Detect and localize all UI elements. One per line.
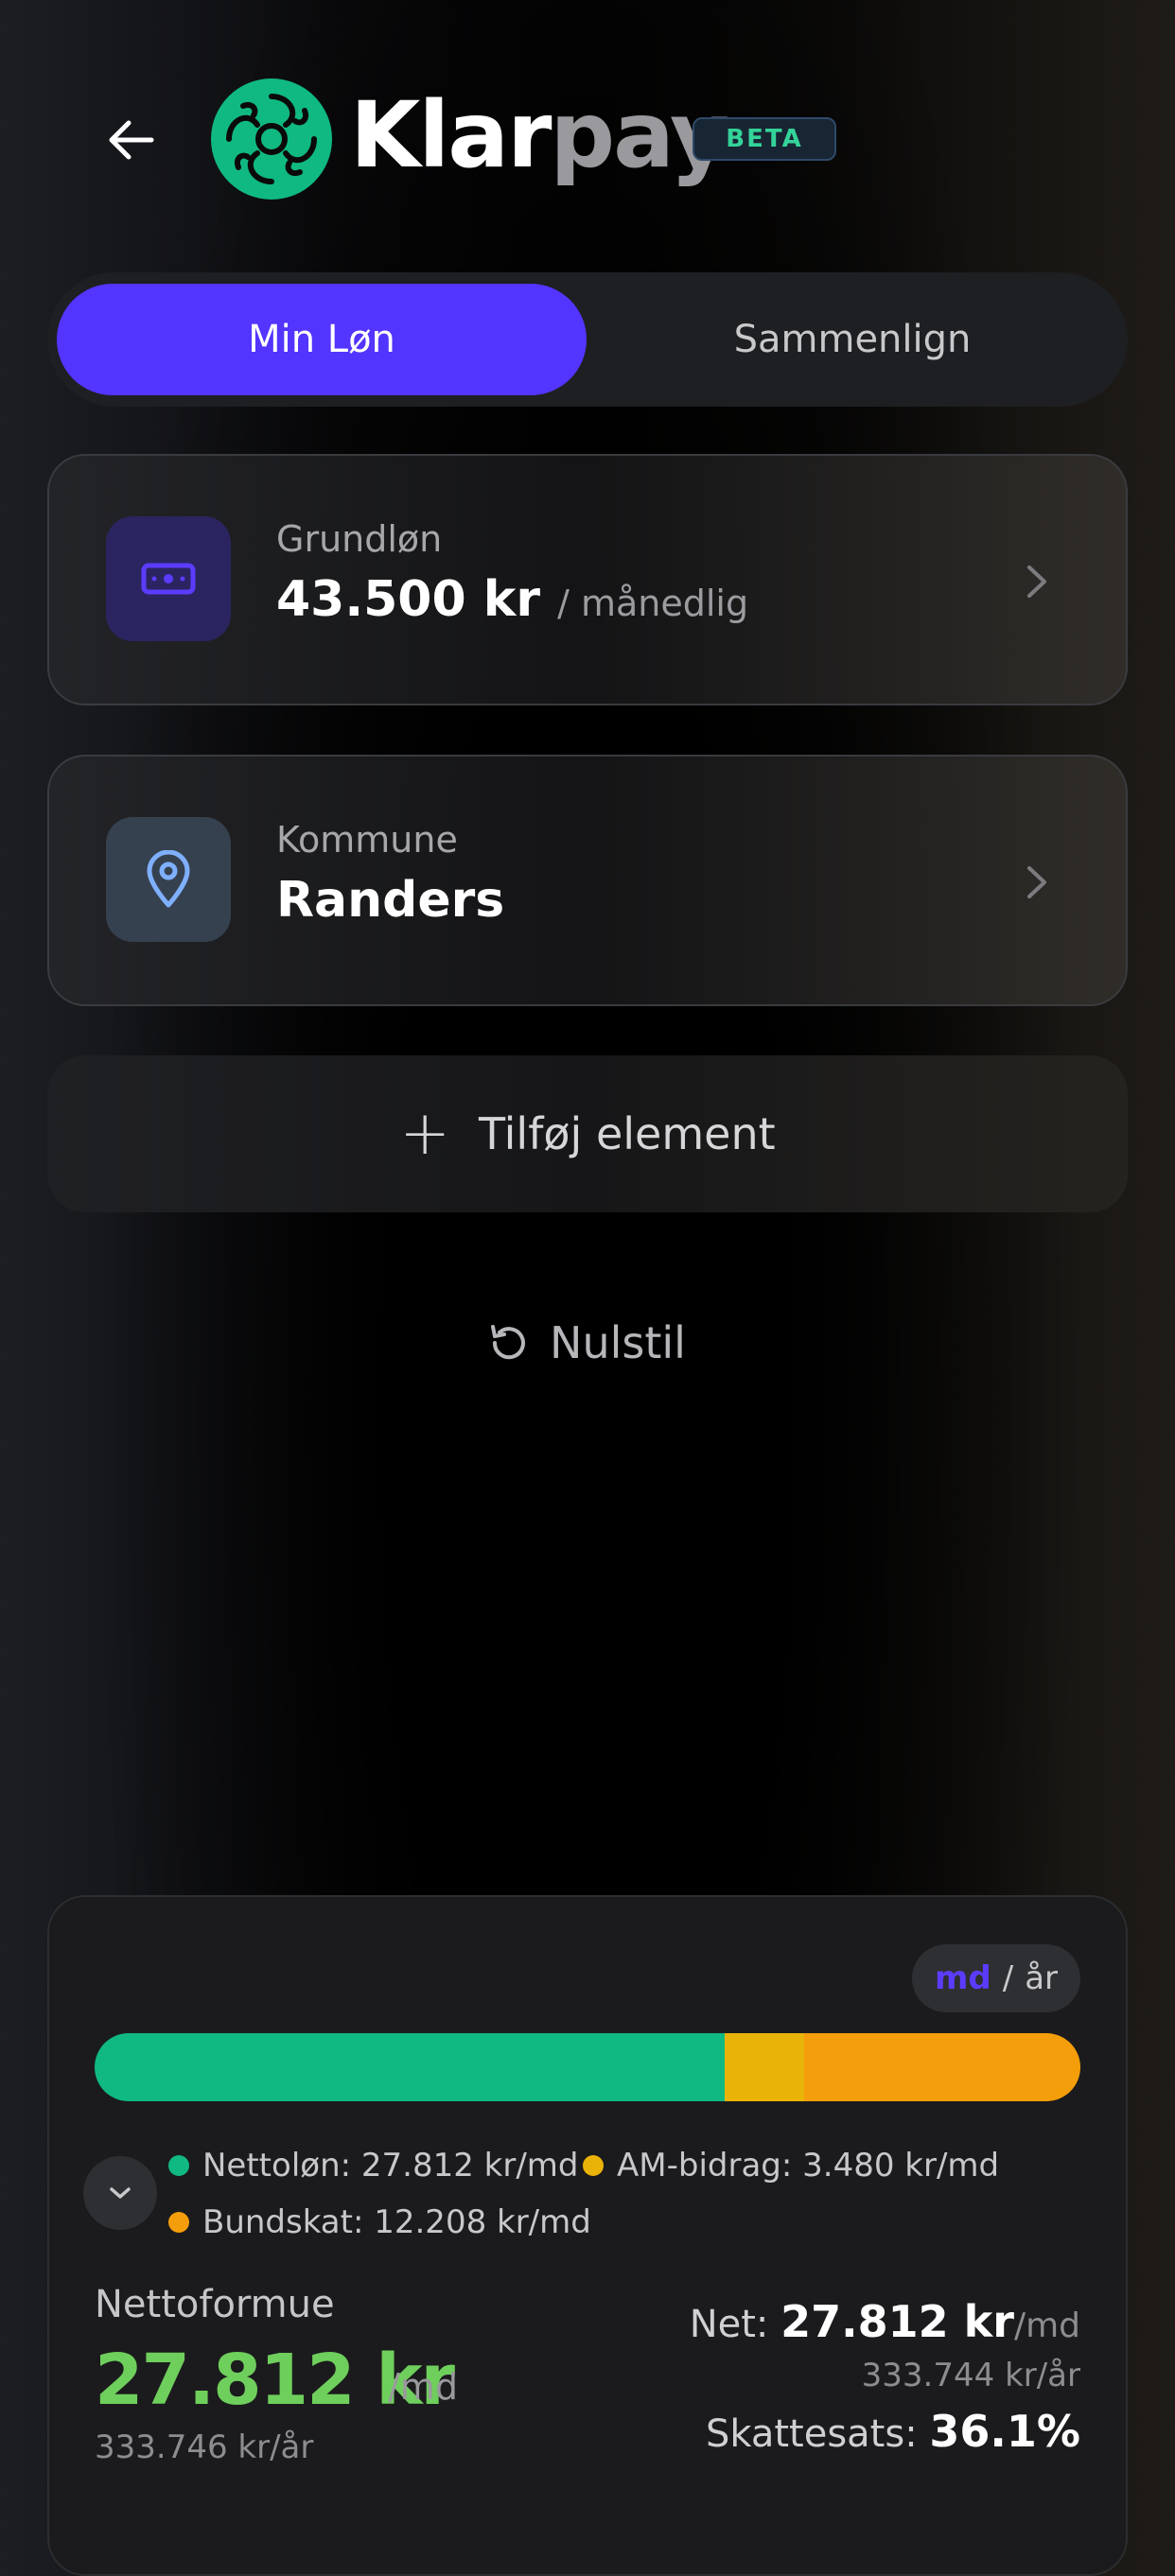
municipality-value: Randers <box>276 872 505 929</box>
net-label: Net: <box>689 2303 769 2346</box>
municipality-icon-tile <box>106 817 231 942</box>
municipality-label: Kommune <box>276 819 458 861</box>
legend-am-bidrag-text: AM-bidrag: 3.480 kr/md <box>617 2147 1000 2184</box>
legend-am-bidrag: AM-bidrag: 3.480 kr/md <box>583 2147 999 2184</box>
tax-label: Skattesats: <box>705 2412 918 2456</box>
salary-icon-tile <box>106 516 231 641</box>
salary-value: 43.500 kr <box>276 571 540 628</box>
bar-segment-nettolon <box>95 2033 726 2101</box>
plus-icon: + <box>399 1099 450 1169</box>
salary-value-row: 43.500 kr / månedlig <box>276 571 748 628</box>
salary-card[interactable]: Grundløn 43.500 kr / månedlig <box>47 454 1128 705</box>
reset-label: Nulstil <box>550 1317 686 1368</box>
tab-min-lon[interactable]: Min Løn <box>57 284 587 395</box>
chevron-right-icon <box>1027 866 1046 898</box>
net-worth-year: 333.746 kr/år <box>95 2428 314 2466</box>
legend-dot-green <box>168 2155 189 2176</box>
bar-segment-bundskat <box>803 2033 1080 2101</box>
period-toggle[interactable]: md / år <box>912 1944 1080 2012</box>
period-month[interactable]: md <box>935 1959 991 1997</box>
municipality-card[interactable]: Kommune Randers <box>47 755 1128 1006</box>
legend-dot-orange <box>168 2212 189 2233</box>
salary-label: Grundløn <box>276 518 443 560</box>
chevron-down-icon <box>110 2187 131 2199</box>
bar-segment-am-bidrag <box>725 2033 804 2101</box>
net-worth-label: Nettoformue <box>95 2283 335 2326</box>
legend-bundskat-text: Bundskat: 12.208 kr/md <box>202 2203 591 2241</box>
logo-icon <box>211 78 332 200</box>
legend-nettolon: Nettoløn: 27.812 kr/md <box>168 2147 578 2184</box>
add-element-label: Tilføj element <box>478 1108 776 1159</box>
arrow-left-icon <box>109 120 154 160</box>
beta-badge: BETA <box>693 117 836 161</box>
period-separator: / <box>1002 1959 1014 1997</box>
tab-sammenlign[interactable]: Sammenlign <box>587 284 1118 395</box>
net-summary: Net: 27.812 kr/md <box>690 2296 1080 2347</box>
legend-dot-yellow <box>583 2155 604 2176</box>
salary-unit: / månedlig <box>557 583 749 624</box>
legend-bundskat: Bundskat: 12.208 kr/md <box>168 2203 591 2241</box>
tax-rate: Skattesats: 36.1% <box>706 2406 1080 2457</box>
brand-part1: Klar <box>350 82 552 188</box>
reset-button[interactable]: Nulstil <box>473 1305 700 1381</box>
add-element-button[interactable]: + Tilføj element <box>47 1055 1128 1212</box>
refresh-icon <box>491 1325 526 1360</box>
collapse-button[interactable] <box>83 2156 157 2230</box>
net-year: 333.744 kr/år <box>861 2357 1080 2394</box>
period-year[interactable]: år <box>1025 1959 1058 1997</box>
legend-nettolon-text: Nettoløn: 27.812 kr/md <box>202 2147 579 2184</box>
net-unit: /md <box>1013 2306 1080 2345</box>
salary-breakdown-bar <box>95 2033 1080 2101</box>
back-button[interactable] <box>95 104 167 176</box>
tax-value: 36.1% <box>929 2406 1080 2457</box>
brand-name: Klarpay <box>350 82 729 188</box>
banknote-icon <box>141 563 196 595</box>
net-worth-unit: /md <box>388 2366 458 2408</box>
net-value: 27.812 kr <box>780 2296 1014 2347</box>
chevron-right-icon <box>1027 566 1046 598</box>
map-pin-icon <box>147 850 190 908</box>
